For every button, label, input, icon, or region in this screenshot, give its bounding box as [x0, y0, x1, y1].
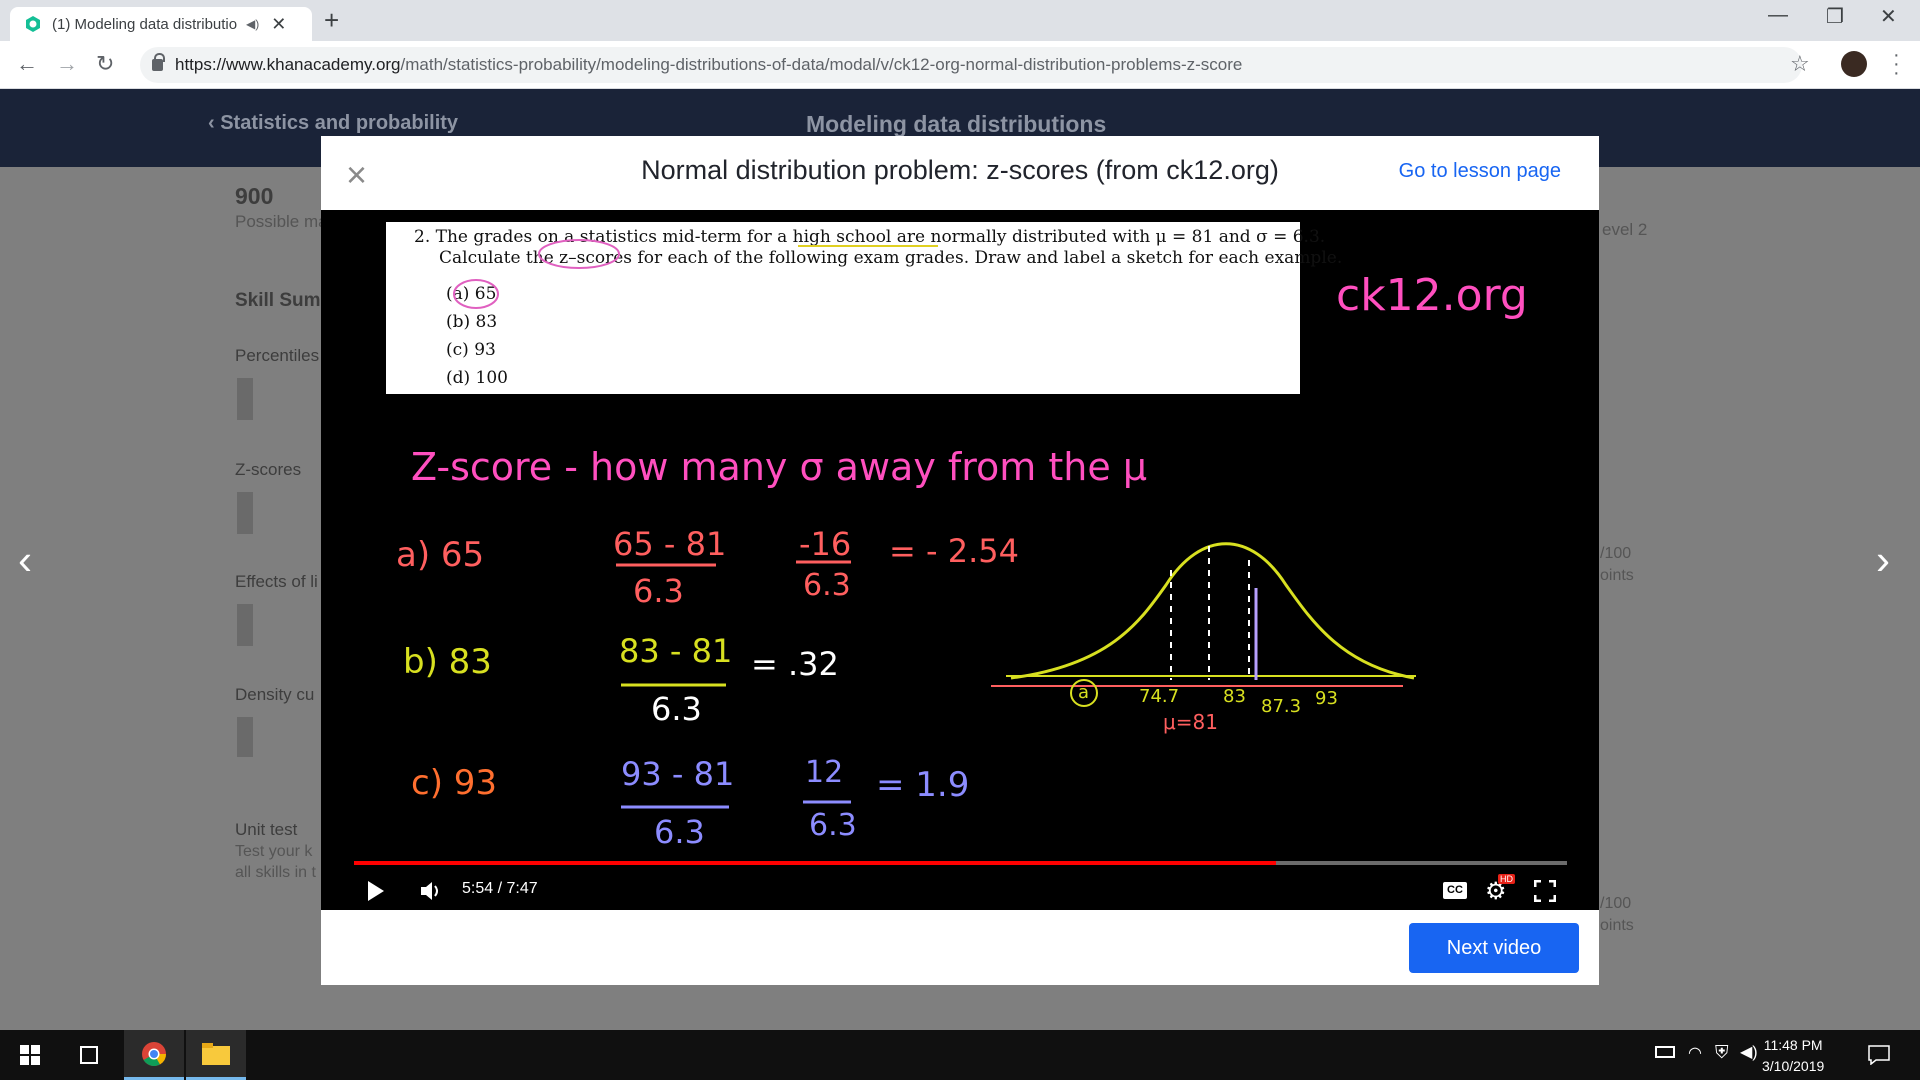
sketch-label: μ=81: [1163, 710, 1218, 734]
points-label: /100: [1600, 895, 1632, 912]
tab-audio-icon[interactable]: ◀): [246, 17, 259, 31]
clock-time: 11:48 PM: [1763, 1037, 1823, 1053]
captions-icon[interactable]: CC: [1443, 882, 1467, 899]
video-progress-fill: [354, 861, 1276, 865]
system-clock[interactable]: 11:48 PM 3/10/2019: [1762, 1035, 1824, 1077]
sketch-label: 83: [1223, 686, 1246, 707]
clock-date: 3/10/2019: [1762, 1058, 1825, 1074]
file-explorer-taskbar-app[interactable]: [186, 1030, 246, 1080]
hd-badge: HD: [1498, 874, 1515, 884]
next-video-arrow-icon[interactable]: ›: [1876, 536, 1890, 584]
unit-test-desc: Test your k: [235, 843, 313, 860]
chrome-icon: [142, 1042, 166, 1067]
chrome-taskbar-app[interactable]: [124, 1030, 184, 1080]
restore-icon[interactable]: ❐: [1826, 4, 1844, 29]
back-icon[interactable]: ←: [16, 51, 38, 77]
handwritten-strokes: [616, 542, 1416, 809]
unit-test-title[interactable]: Unit test: [235, 820, 297, 840]
skill-bar-icon: [237, 378, 253, 420]
points-label: oints: [1600, 917, 1634, 934]
reload-icon[interactable]: ↻: [96, 51, 114, 77]
url-text: https://www.khanacademy.org/math/statist…: [175, 55, 1243, 74]
volume-icon[interactable]: [419, 880, 443, 902]
go-to-lesson-link[interactable]: Go to lesson page: [1399, 160, 1561, 183]
speaker-icon[interactable]: ◀): [1740, 1042, 1758, 1062]
mastery-points: 900: [235, 183, 274, 209]
windows-taskbar: ◠ ⛨ ◀) 11:48 PM 3/10/2019: [0, 1030, 1920, 1080]
unit-test-desc: all skills in t: [235, 864, 316, 881]
skill-effects[interactable]: Effects of li: [235, 572, 318, 592]
address-toolbar: ← → ↻ https://www.khanacademy.org/math/s…: [0, 41, 1920, 89]
sketch-label: 74.7: [1139, 686, 1180, 707]
new-tab-button[interactable]: +: [324, 5, 339, 36]
notifications-icon[interactable]: [1868, 1045, 1890, 1065]
skill-density[interactable]: Density cu: [235, 685, 314, 705]
next-video-button[interactable]: Next video: [1409, 923, 1579, 973]
video-modal: × Normal distribution problem: z-scores …: [321, 136, 1599, 985]
tab-title: (1) Modeling data distributio: [52, 15, 238, 33]
skill-bar-icon: [237, 717, 253, 757]
shield-icon[interactable]: ⛨: [1715, 1042, 1729, 1063]
windows-start-icon[interactable]: [20, 1045, 40, 1065]
level-label: evel 2: [1602, 220, 1648, 239]
address-bar[interactable]: https://www.khanacademy.org/math/statist…: [140, 47, 1802, 83]
battery-icon[interactable]: [1655, 1046, 1675, 1058]
skill-bar-icon: [237, 492, 253, 534]
sketch-label: 93: [1315, 688, 1338, 709]
video-progress-bar[interactable]: [354, 861, 1567, 865]
points-label: /100: [1600, 545, 1632, 562]
video-player[interactable]: 2. The grades on a statistics mid-term f…: [321, 210, 1599, 910]
lock-icon: [152, 53, 165, 71]
tab-close-icon[interactable]: ✕: [271, 14, 286, 35]
skill-bar-icon: [237, 604, 253, 646]
previous-video-arrow-icon[interactable]: ‹: [18, 536, 32, 584]
video-controls: 5:54 / 7:47 CC ⚙ HD: [321, 872, 1599, 908]
fullscreen-icon[interactable]: [1534, 880, 1556, 902]
task-view-icon[interactable]: [78, 1045, 100, 1065]
profile-avatar[interactable]: [1841, 51, 1867, 77]
folder-icon: [202, 1043, 230, 1065]
window-close-icon[interactable]: ✕: [1880, 4, 1897, 29]
play-icon[interactable]: [366, 880, 386, 902]
browser-tab[interactable]: (1) Modeling data distributio ◀) ✕: [10, 7, 312, 41]
unit-title: Modeling data distributions: [806, 111, 1107, 137]
skill-z-scores[interactable]: Z-scores: [235, 460, 301, 480]
wifi-icon[interactable]: ◠: [1688, 1043, 1702, 1063]
mastery-caption: Possible ma: [235, 212, 328, 231]
browser-tab-strip: (1) Modeling data distributio ◀) ✕ + — ❐…: [0, 0, 1920, 41]
video-time: 5:54 / 7:47: [462, 880, 538, 897]
sketch-label: a: [1078, 682, 1090, 703]
points-label: oints: [1600, 567, 1634, 584]
forward-icon[interactable]: →: [56, 51, 78, 77]
sketch-label: 87.3: [1261, 696, 1302, 717]
skill-percentiles[interactable]: Percentiles: [235, 346, 319, 366]
minimize-icon[interactable]: —: [1768, 4, 1788, 27]
bookmark-star-icon[interactable]: ☆: [1790, 51, 1810, 77]
breadcrumb-back-link[interactable]: ‹ Statistics and probability: [208, 112, 458, 135]
khan-academy-favicon-icon: [26, 16, 40, 32]
browser-menu-icon[interactable]: · · ·: [1893, 45, 1900, 83]
